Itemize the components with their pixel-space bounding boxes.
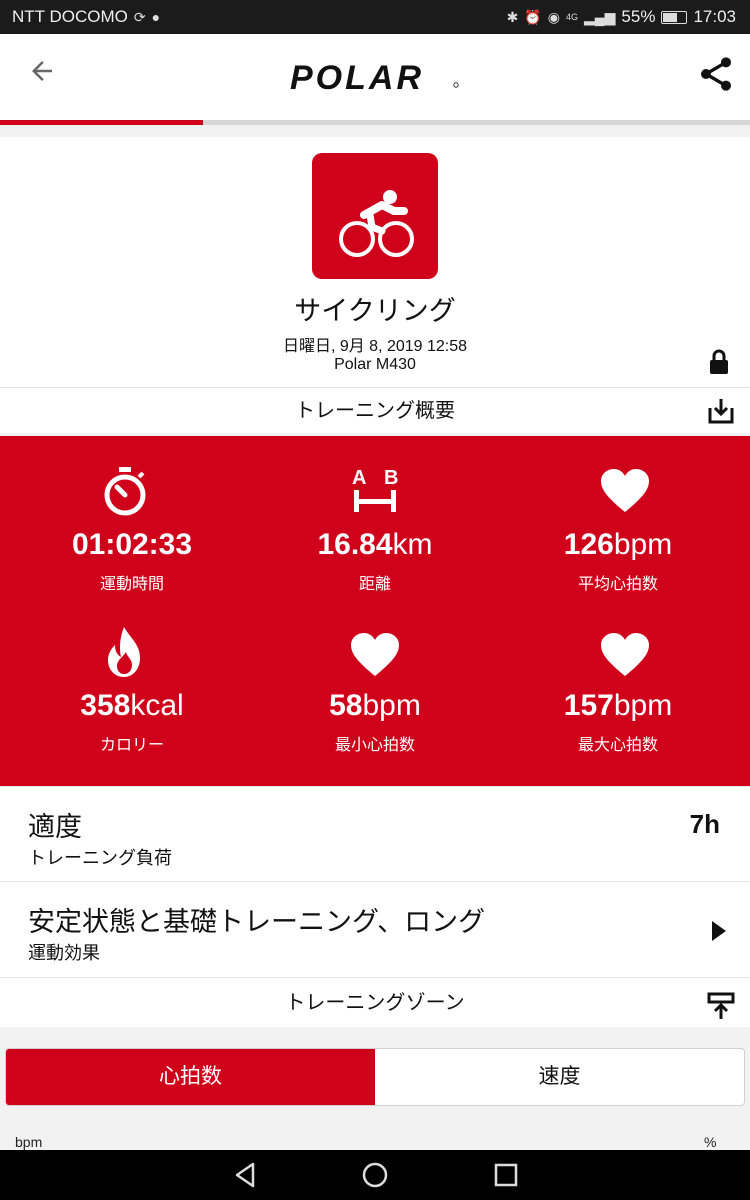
carrier-label: NTT DOCOMO (12, 7, 128, 26)
upload-icon[interactable] (706, 990, 736, 1020)
tab-speed[interactable]: 速度 (375, 1049, 744, 1105)
training-load-row[interactable]: 適度 トレーニング負荷 7h (0, 786, 750, 881)
training-load-value: 7h (689, 809, 720, 839)
stat-value: 01:02:33 (71, 528, 193, 561)
training-load-title: 適度 (28, 812, 82, 842)
stat-label: 最小心拍数 (334, 737, 415, 754)
battery-icon (661, 10, 688, 24)
sport-name: サイクリング (294, 296, 456, 326)
nav-recents-icon[interactable] (492, 1161, 520, 1189)
status-bar: NTT DOCOMO ⟳ ● ✱ ⏰ ◉ 4G ▂▄▆ 55% 17:03 (0, 0, 750, 34)
overview-header: トレーニング概要 (0, 387, 750, 433)
stat-label: カロリー (99, 737, 164, 754)
system-nav-bar (0, 1150, 750, 1200)
summary-values: 01:02:33 運動時間 16.84km 距離 126bpm 平均心拍数 35… (0, 436, 750, 786)
session-datetime: 日曜日, 9月 8, 2019 12:58 (282, 338, 468, 355)
zones-header: トレーニングゾーン (0, 977, 750, 1027)
stat-value: 16.84km (317, 528, 433, 561)
network-type: 4G (565, 12, 578, 22)
device-name: Polar M430 (334, 356, 416, 373)
app-bar: POLAR (0, 34, 750, 120)
share-icon[interactable] (696, 54, 736, 94)
arrow-back-icon[interactable] (22, 56, 62, 96)
axis-label-bpm: bpm (15, 1134, 43, 1150)
play-arrow-icon[interactable] (710, 920, 728, 942)
training-benefit-title: 安定状態と基礎トレーニング、ロング (28, 907, 486, 937)
training-load-subtitle: トレーニング負荷 (28, 848, 172, 868)
zones-tabs: 心拍数 速度 (5, 1048, 745, 1106)
svg-text:POLAR: POLAR (290, 59, 424, 97)
session-header: サイクリング 日曜日, 9月 8, 2019 12:58 Polar M430 (0, 137, 750, 387)
stat-label: 最大心拍数 (577, 737, 658, 754)
spotify-icon: ● (151, 9, 161, 25)
alarm-icon: ⏰ (524, 8, 542, 25)
battery-percent: 55% (621, 7, 656, 26)
stat-label: 距離 (358, 576, 391, 593)
stat-value: 126bpm (563, 528, 673, 561)
overview-title: トレーニング概要 (295, 400, 455, 422)
polar-logo: POLAR (290, 58, 460, 98)
stat-value: 358kcal (80, 689, 184, 722)
download-icon[interactable] (706, 396, 736, 426)
nav-home-icon[interactable] (361, 1161, 389, 1189)
page-progress-fill (0, 120, 203, 125)
tab-heart-rate[interactable]: 心拍数 (6, 1049, 375, 1105)
stat-label: 運動時間 (99, 576, 164, 593)
clock: 17:03 (693, 7, 736, 26)
axis-label-percent: % (704, 1134, 717, 1150)
cycling-icon (312, 153, 438, 279)
training-benefit-row[interactable]: 安定状態と基礎トレーニング、ロング 運動効果 (0, 881, 750, 977)
zones-title: トレーニングゾーン (285, 992, 465, 1014)
stat-label: 平均心拍数 (577, 576, 658, 593)
sync-icon: ⟳ (133, 8, 146, 25)
stat-value: 157bpm (563, 689, 673, 722)
lock-icon[interactable] (708, 349, 730, 375)
nav-back-icon[interactable] (231, 1161, 259, 1189)
page-progress (0, 120, 750, 125)
bluetooth-icon: ✱ (506, 8, 519, 25)
eye-icon: ◉ (547, 8, 560, 25)
training-benefit-subtitle: 運動効果 (28, 943, 100, 963)
signal-icon: ▂▄▆ (583, 8, 616, 25)
stat-value: 58bpm (329, 689, 421, 722)
